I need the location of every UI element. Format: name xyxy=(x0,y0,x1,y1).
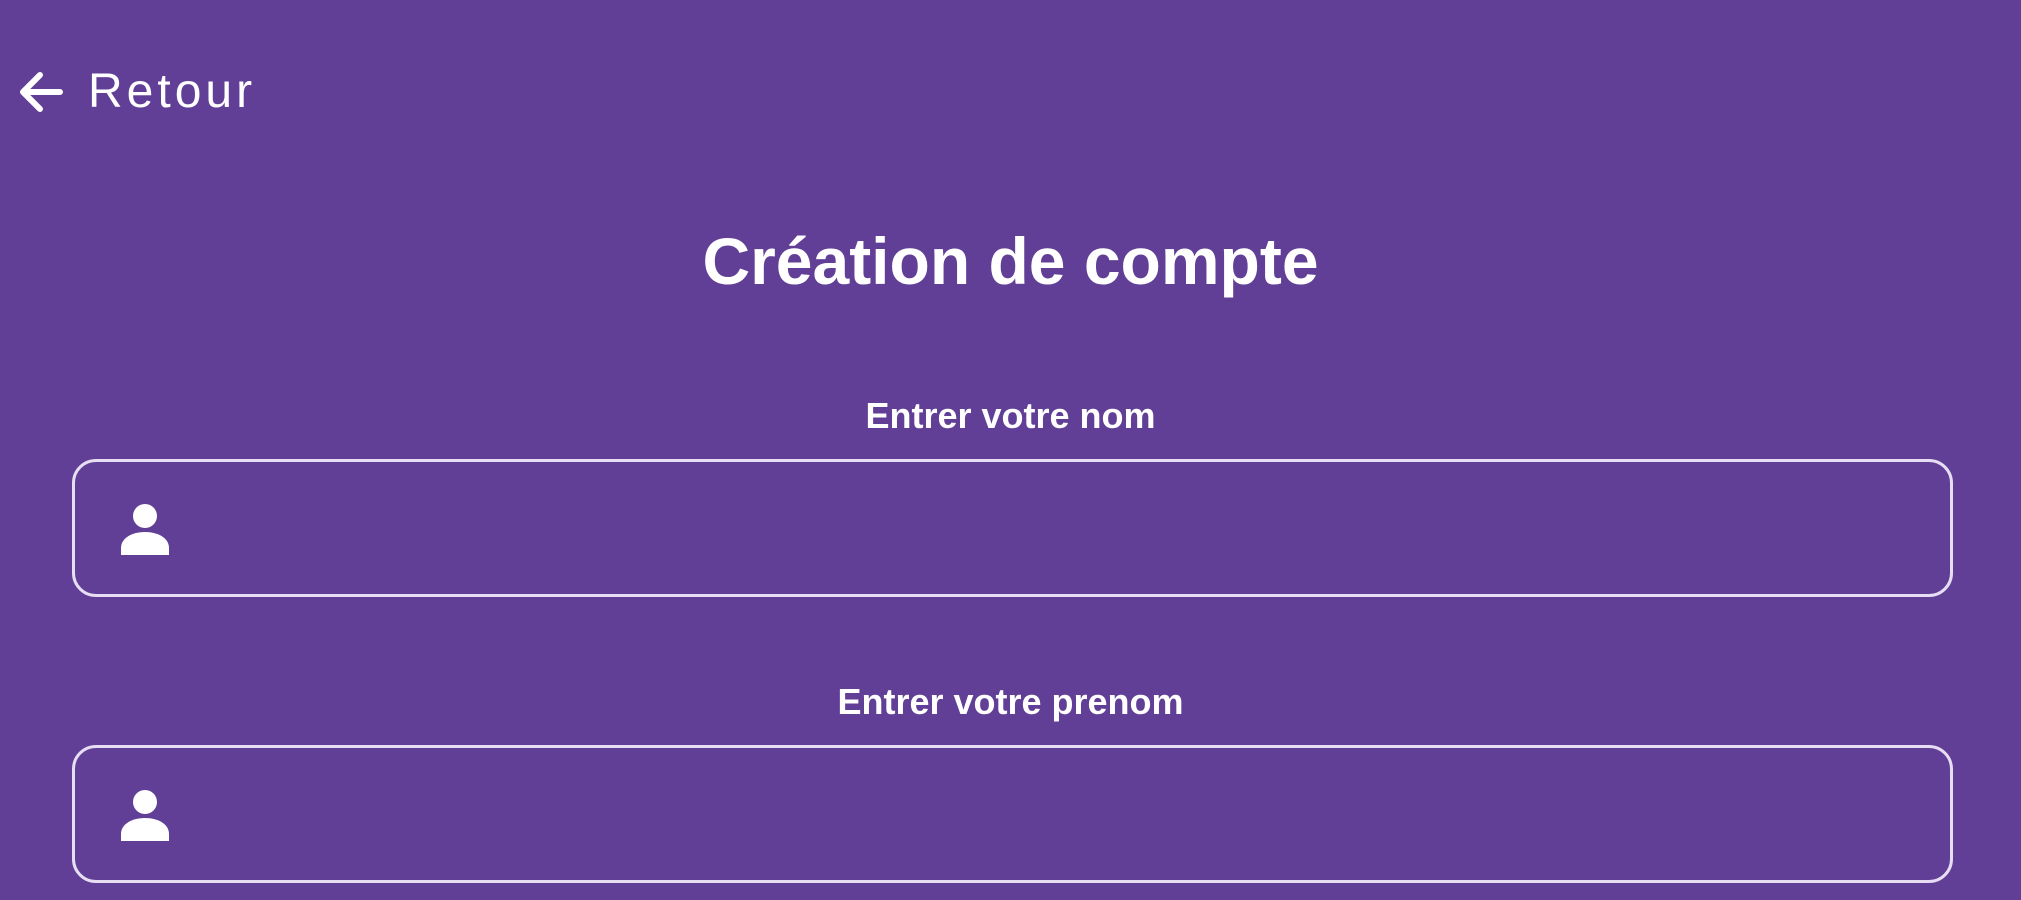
account-creation-screen: Retour Création de compte Entrer votre n… xyxy=(0,0,2021,900)
user-icon xyxy=(115,498,175,558)
user-icon xyxy=(115,784,175,844)
arrow-left-icon xyxy=(16,67,66,117)
name-field-label: Entrer votre nom xyxy=(865,395,1156,436)
page-title: Création de compte xyxy=(702,224,1319,298)
back-button[interactable]: Retour xyxy=(16,62,256,122)
firstname-field-label: Entrer votre prenom xyxy=(837,681,1184,722)
firstname-field[interactable] xyxy=(72,745,1953,883)
name-input[interactable] xyxy=(207,461,1922,595)
firstname-input[interactable] xyxy=(207,747,1922,881)
back-button-label: Retour xyxy=(88,65,257,118)
name-field[interactable] xyxy=(72,459,1953,597)
